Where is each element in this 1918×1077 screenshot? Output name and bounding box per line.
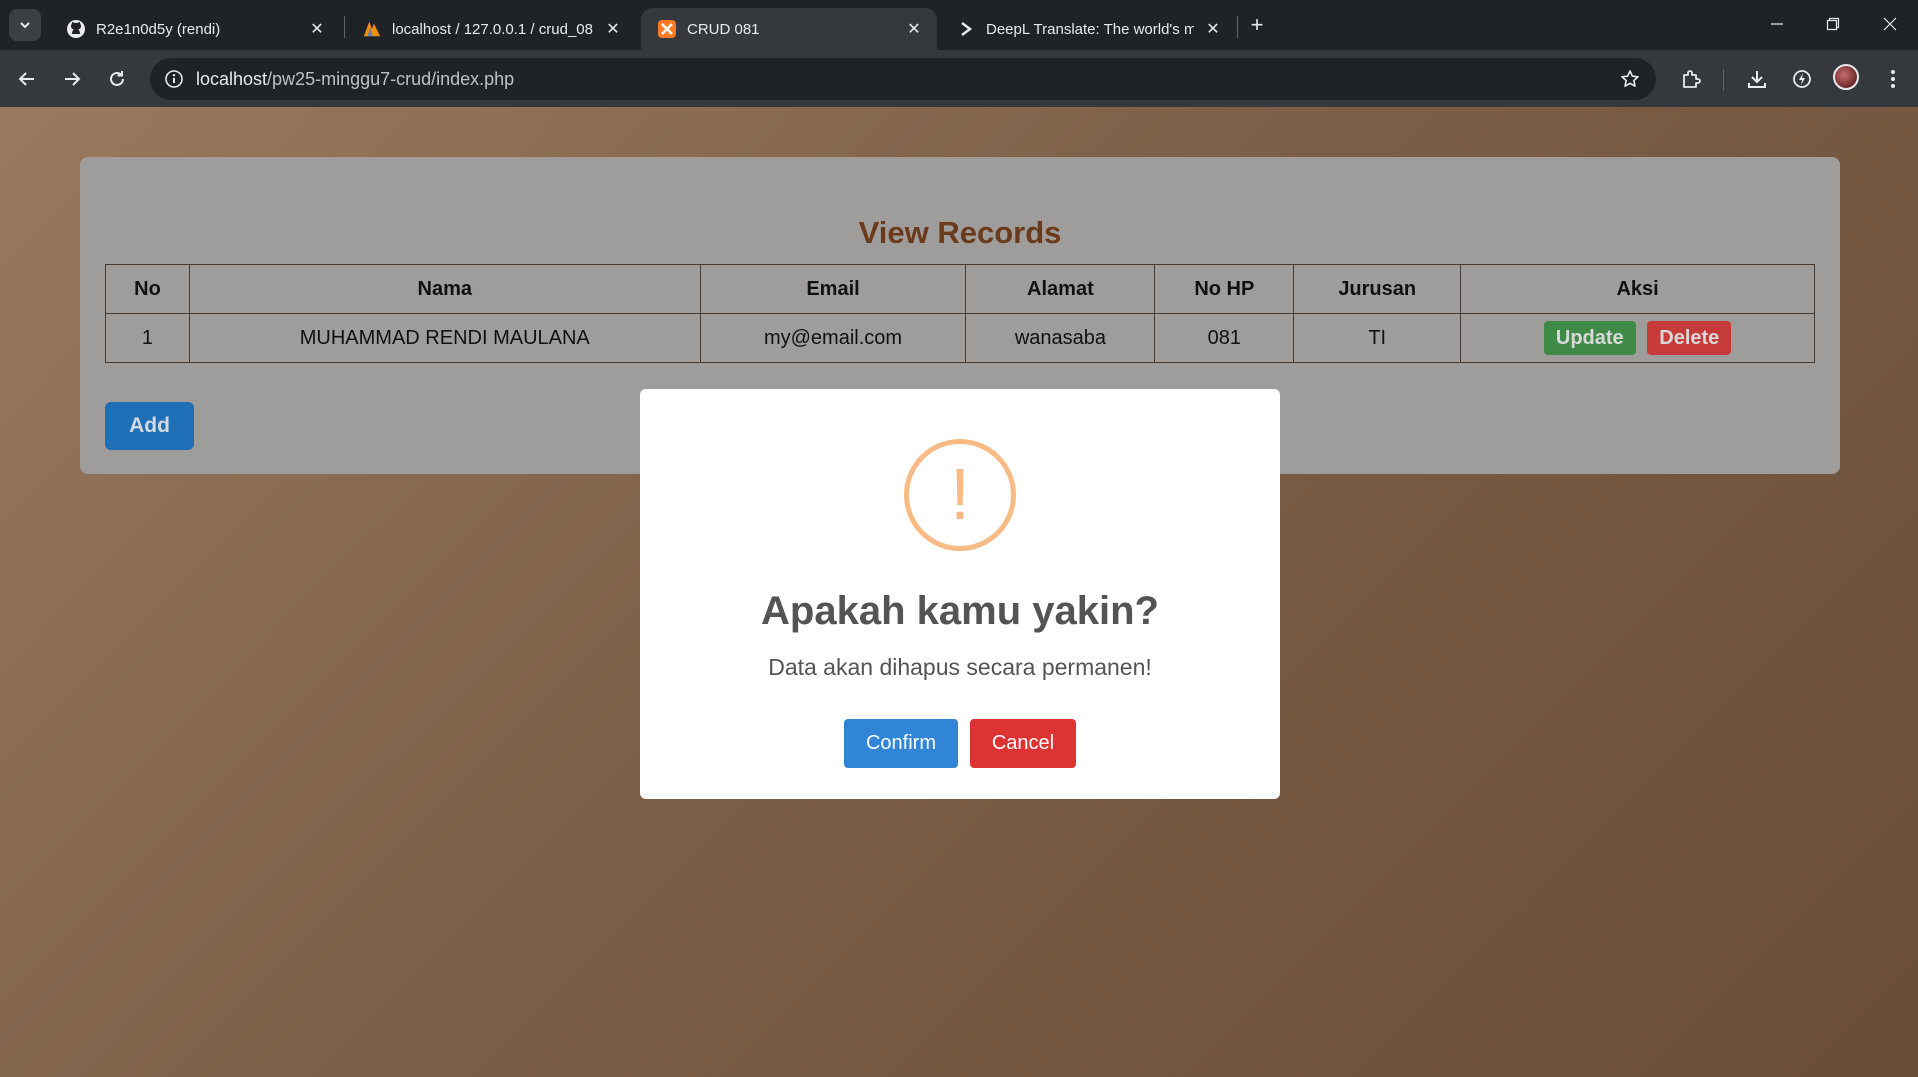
downloads-button[interactable] [1742,64,1772,94]
tab-title: localhost / 127.0.0.1 / crud_081 [392,20,594,38]
tab-search-button[interactable] [9,9,41,41]
address-bar[interactable]: localhost/pw25-minggu7-crud/index.php [150,58,1656,100]
back-button[interactable] [10,62,44,96]
confirm-dialog: ! Apakah kamu yakin? Data akan dihapus s… [640,389,1280,799]
minimize-button[interactable] [1755,6,1799,42]
toolbar-divider [1723,69,1724,91]
dialog-title: Apakah kamu yakin? [761,589,1159,633]
minimize-icon [1771,23,1783,25]
tab-separator [344,16,345,38]
restore-icon [1826,17,1840,31]
xampp-icon [657,19,677,39]
arrow-right-icon [65,72,81,86]
puzzle-icon [1683,70,1701,88]
close-icon[interactable]: ✕ [306,18,328,40]
extensions-button[interactable] [1676,64,1706,94]
url-text[interactable]: localhost/pw25-minggu7-crud/index.php [196,69,514,90]
bookmark-star-icon[interactable] [1618,67,1642,91]
tab-title: DeepL Translate: The world's mo [986,20,1194,38]
download-icon [1748,71,1766,88]
close-icon[interactable]: ✕ [1202,18,1224,40]
site-info-icon[interactable] [162,67,186,91]
close-icon [1883,17,1897,31]
tab-strip: R2e1n0d5y (rendi) ✕ localhost / 127.0.0.… [0,0,1918,50]
new-tab-button[interactable]: + [1242,12,1272,38]
deepl-icon [956,19,976,39]
cancel-button[interactable]: Cancel [970,719,1076,768]
forward-button[interactable] [55,62,89,96]
chevron-down-icon [20,22,30,29]
tab-github[interactable]: R2e1n0d5y (rendi) ✕ [50,8,340,50]
close-icon[interactable]: ✕ [903,18,925,40]
tab-crud-active[interactable]: CRUD 081 ✕ [641,8,937,50]
restore-button[interactable] [1811,6,1855,42]
reload-button[interactable] [100,62,134,96]
page-viewport: View Records No Nama Email Alamat No HP … [0,107,1918,1077]
tab-separator [1237,16,1238,38]
tab-deepl[interactable]: DeepL Translate: The world's mo ✕ [940,8,1236,50]
confirm-button[interactable]: Confirm [844,719,958,768]
performance-icon [1793,70,1811,88]
url-host: localhost [196,69,268,89]
phpmyadmin-icon [362,19,382,39]
warning-icon: ! [904,439,1016,551]
menu-button[interactable] [1878,64,1908,94]
tab-title: CRUD 081 [687,20,760,38]
more-vert-icon [1891,70,1895,88]
tab-phpmyadmin[interactable]: localhost / 127.0.0.1 / crud_081 ✕ [346,8,636,50]
browser-toolbar: localhost/pw25-minggu7-crud/index.php [0,50,1918,107]
reload-icon [110,71,124,86]
arrow-left-icon [18,72,34,86]
dialog-message: Data akan dihapus secara permanen! [768,654,1152,680]
profile-avatar[interactable] [1833,64,1859,90]
close-icon[interactable]: ✕ [602,18,624,40]
tab-title: R2e1n0d5y (rendi) [96,20,221,38]
close-window-button[interactable] [1868,6,1912,42]
performance-button[interactable] [1787,64,1817,94]
url-path: /pw25-minggu7-crud/index.php [267,69,515,89]
github-icon [66,19,86,39]
